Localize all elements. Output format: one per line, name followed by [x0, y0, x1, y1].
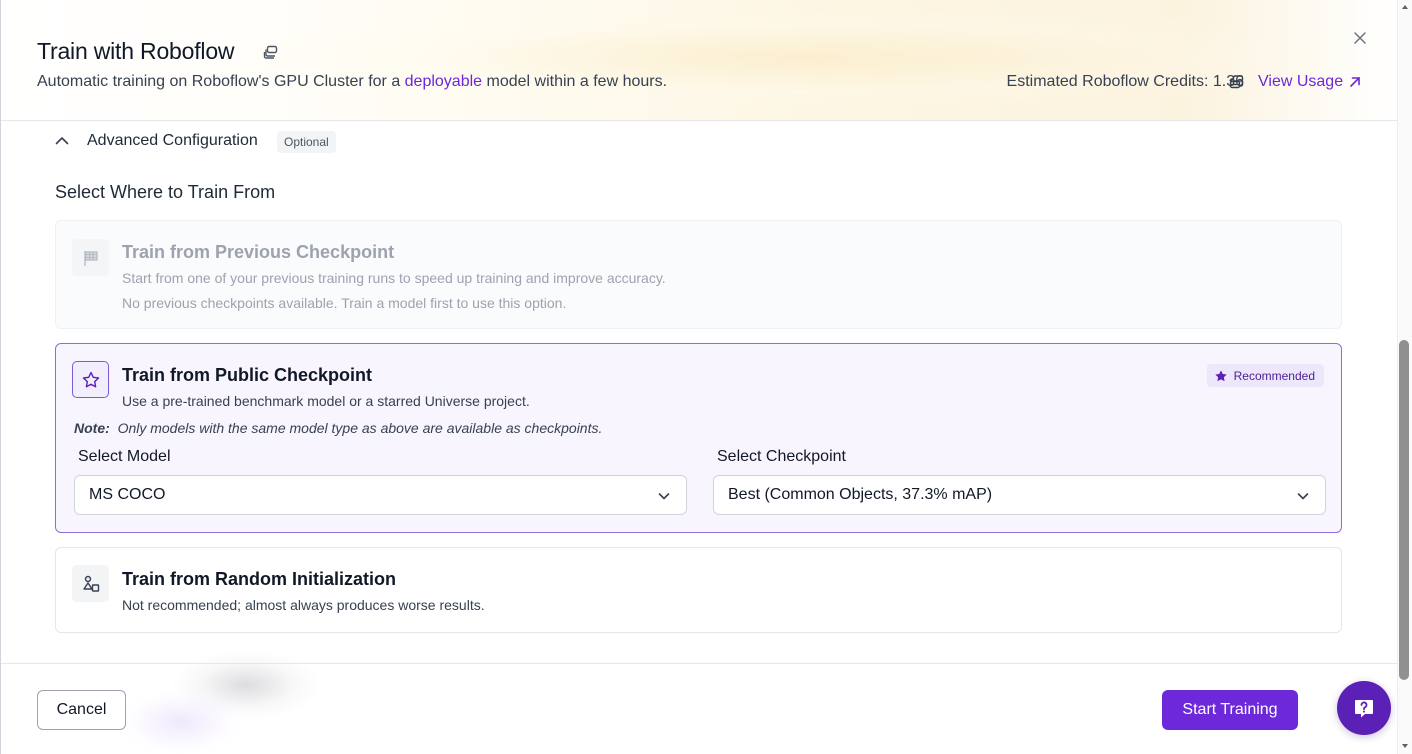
start-training-button[interactable]: Start Training: [1162, 690, 1298, 730]
select-model-label: Select Model: [78, 448, 171, 465]
optional-badge: Optional: [277, 131, 336, 153]
flag-icon: [83, 250, 98, 266]
select-checkpoint-label: Select Checkpoint: [717, 448, 846, 465]
star-filled-icon: [1214, 369, 1227, 381]
option-description: Start from one of your previous training…: [122, 270, 666, 286]
help-chat-button[interactable]: [1337, 681, 1391, 735]
recommended-label: Recommended: [1233, 368, 1315, 383]
option-title: Train from Previous Checkpoint: [122, 242, 395, 262]
copy-stack-icon[interactable]: [263, 44, 279, 60]
subtitle-text-pre: Automatic training on Roboflow's GPU Clu…: [37, 73, 405, 90]
modal-title: Train with Roboflow: [37, 38, 235, 64]
option-public-checkpoint[interactable]: Train from Public Checkpoint Use a pre-t…: [55, 343, 1342, 533]
select-model-value: MS COCO: [89, 486, 166, 503]
close-icon[interactable]: [1351, 29, 1369, 47]
section-title: Select Where to Train From: [55, 182, 276, 202]
modal-header: Train with Roboflow Automatic training o…: [1, 0, 1397, 121]
option-title: Train from Public Checkpoint: [122, 365, 373, 385]
option-unavailable-note: No previous checkpoints available. Train…: [122, 295, 567, 311]
note-text: Only models with the same model type as …: [117, 420, 603, 436]
option-previous-checkpoint: Train from Previous Checkpoint Start fro…: [55, 220, 1342, 329]
option-random-initialization[interactable]: Train from Random Initialization Not rec…: [55, 547, 1342, 633]
shapes-icon: [82, 575, 99, 592]
option-title: Train from Random Initialization: [122, 569, 397, 589]
option-icon-box: [72, 239, 109, 276]
scroll-down-arrow-icon[interactable]: [1401, 742, 1409, 750]
select-checkpoint-dropdown[interactable]: Best (Common Objects, 37.3% mAP): [713, 475, 1326, 515]
train-modal: Train with Roboflow Automatic training o…: [0, 0, 1412, 754]
arrow-up-right-icon[interactable]: [1348, 75, 1362, 89]
note-label: Note:: [74, 420, 110, 436]
scrollbar-thumb[interactable]: [1399, 340, 1409, 680]
help-chat-icon: [1355, 700, 1373, 718]
footer-decoration: [121, 690, 241, 754]
estimated-credits: Estimated Roboflow Credits: 1.36: [1006, 73, 1244, 90]
chevron-down-icon: [658, 493, 670, 500]
option-icon-box: [72, 565, 109, 602]
coins-icon: [1229, 75, 1244, 89]
modal-subtitle: Automatic training on Roboflow's GPU Clu…: [37, 73, 667, 91]
select-checkpoint-value: Best (Common Objects, 37.3% mAP): [728, 486, 993, 503]
advanced-configuration-toggle[interactable]: Advanced Configuration: [87, 132, 258, 150]
select-model-dropdown[interactable]: MS COCO: [74, 475, 687, 515]
recommended-badge: Recommended: [1206, 364, 1324, 387]
cancel-button[interactable]: Cancel: [37, 690, 126, 730]
option-description: Not recommended; almost always produces …: [122, 597, 485, 613]
chevron-up-icon[interactable]: [53, 132, 71, 150]
view-usage-link[interactable]: View Usage: [1258, 73, 1343, 91]
subtitle-text-post: model within a few hours.: [482, 73, 668, 90]
deployable-link[interactable]: deployable: [405, 73, 482, 90]
checkpoint-note: Note: Only models with the same model ty…: [74, 420, 602, 436]
option-description: Use a pre-trained benchmark model or a s…: [122, 393, 530, 409]
scroll-up-arrow-icon[interactable]: [1401, 3, 1409, 11]
option-icon-box: [72, 361, 109, 398]
star-icon: [82, 371, 99, 387]
chevron-down-icon: [1297, 493, 1309, 500]
